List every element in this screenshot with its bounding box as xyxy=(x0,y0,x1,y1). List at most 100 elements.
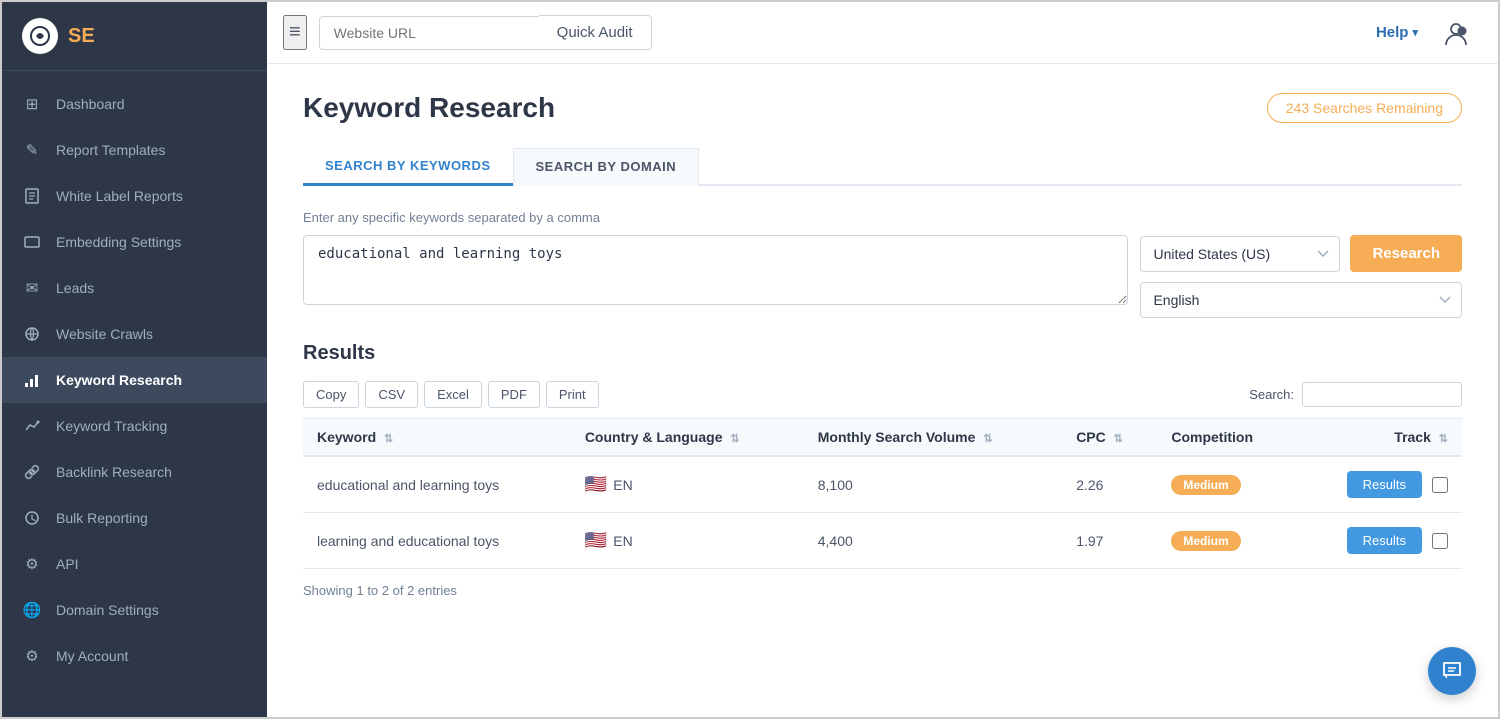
tab-search-by-keywords[interactable]: SEARCH BY KEYWORDS xyxy=(303,148,513,186)
sidebar-logo: SEOptimer xyxy=(2,2,267,71)
search-input-row: educational and learning toys United Sta… xyxy=(303,235,1462,318)
competition-badge-1: Medium xyxy=(1171,475,1240,495)
table-search-input[interactable] xyxy=(1302,382,1462,407)
sort-icon-track[interactable]: ⇅ xyxy=(1439,432,1448,445)
sidebar-item-website-crawls[interactable]: Website Crawls xyxy=(2,311,267,357)
sort-icon-country[interactable]: ⇅ xyxy=(730,432,739,445)
sidebar-item-api[interactable]: ⚙ API xyxy=(2,541,267,587)
user-avatar[interactable] xyxy=(1438,15,1474,51)
results-button-1[interactable]: Results xyxy=(1347,471,1422,498)
chat-bubble[interactable] xyxy=(1428,647,1476,695)
competition-badge-2: Medium xyxy=(1171,531,1240,551)
website-url-input[interactable] xyxy=(319,16,539,50)
showing-text: Showing 1 to 2 of 2 entries xyxy=(303,583,1462,598)
sidebar-item-label: Domain Settings xyxy=(56,602,159,618)
cell-country-2: 🇺🇸 EN xyxy=(571,513,804,569)
sidebar-item-white-label-reports[interactable]: White Label Reports xyxy=(2,173,267,219)
sort-icon-volume[interactable]: ⇅ xyxy=(983,432,992,445)
sidebar-item-label: Dashboard xyxy=(56,96,125,112)
hamburger-button[interactable]: ≡ xyxy=(283,15,307,50)
sidebar-item-label: Bulk Reporting xyxy=(56,510,148,526)
sidebar-item-report-templates[interactable]: ✎ Report Templates xyxy=(2,127,267,173)
sidebar-item-dashboard[interactable]: ⊞ Dashboard xyxy=(2,81,267,127)
table-row: learning and educational toys 🇺🇸 EN 4,40… xyxy=(303,513,1462,569)
search-controls: United States (US) United Kingdom (UK) C… xyxy=(1140,235,1462,318)
sidebar-item-label: My Account xyxy=(56,648,128,664)
excel-button[interactable]: Excel xyxy=(424,381,482,408)
search-tabs: SEARCH BY KEYWORDS SEARCH BY DOMAIN xyxy=(303,148,1462,186)
track-checkbox-2[interactable] xyxy=(1432,533,1448,549)
flag-icon-1: 🇺🇸 xyxy=(585,474,607,495)
country-language-row: United States (US) United Kingdom (UK) C… xyxy=(1140,235,1462,272)
sidebar-item-my-account[interactable]: ⚙ My Account xyxy=(2,633,267,679)
track-checkbox-1[interactable] xyxy=(1432,477,1448,493)
lang-1: EN xyxy=(613,477,632,493)
sidebar-item-embedding-settings[interactable]: Embedding Settings xyxy=(2,219,267,265)
sidebar-item-keyword-research[interactable]: Keyword Research xyxy=(2,357,267,403)
keyword-tracking-icon xyxy=(22,416,42,436)
help-button[interactable]: Help ▾ xyxy=(1376,24,1418,41)
research-button[interactable]: Research xyxy=(1350,235,1462,272)
tab-search-by-domain[interactable]: SEARCH BY DOMAIN xyxy=(513,148,700,186)
quick-audit-button[interactable]: Quick Audit xyxy=(539,15,652,50)
sidebar-item-leads[interactable]: ✉ Leads xyxy=(2,265,267,311)
sort-icon-keyword[interactable]: ⇅ xyxy=(384,432,393,445)
sidebar-item-bulk-reporting[interactable]: Bulk Reporting xyxy=(2,495,267,541)
cell-country-1: 🇺🇸 EN xyxy=(571,456,804,513)
report-templates-icon: ✎ xyxy=(22,140,42,160)
url-search-wrapper: Quick Audit xyxy=(319,15,652,50)
dashboard-icon: ⊞ xyxy=(22,94,42,114)
sidebar-item-label: Website Crawls xyxy=(56,326,153,342)
sidebar-item-backlink-research[interactable]: Backlink Research xyxy=(2,449,267,495)
help-chevron-icon: ▾ xyxy=(1412,26,1418,39)
country-select[interactable]: United States (US) United Kingdom (UK) C… xyxy=(1140,236,1340,272)
white-label-icon xyxy=(22,186,42,206)
my-account-icon: ⚙ xyxy=(22,646,42,666)
keyword-textarea[interactable]: educational and learning toys xyxy=(303,235,1128,305)
sidebar-item-keyword-tracking[interactable]: Keyword Tracking xyxy=(2,403,267,449)
cell-competition-1: Medium xyxy=(1157,456,1297,513)
cell-volume-2: 4,400 xyxy=(804,513,1062,569)
website-crawls-icon xyxy=(22,324,42,344)
copy-button[interactable]: Copy xyxy=(303,381,359,408)
help-label: Help xyxy=(1376,24,1409,41)
cell-keyword-2: learning and educational toys xyxy=(303,513,571,569)
col-competition: Competition xyxy=(1157,419,1297,457)
search-form-label: Enter any specific keywords separated by… xyxy=(303,210,1462,225)
sidebar-nav: ⊞ Dashboard ✎ Report Templates White Lab… xyxy=(2,71,267,717)
cell-track-1: Results xyxy=(1297,457,1462,512)
cell-cpc-2: 1.97 xyxy=(1062,513,1157,569)
sidebar-item-label: Backlink Research xyxy=(56,464,172,480)
table-actions: Copy CSV Excel PDF Print xyxy=(303,381,599,408)
leads-icon: ✉ xyxy=(22,278,42,298)
flag-icon-2: 🇺🇸 xyxy=(585,530,607,551)
pdf-button[interactable]: PDF xyxy=(488,381,540,408)
col-cpc: CPC ⇅ xyxy=(1062,419,1157,457)
results-table: Keyword ⇅ Country & Language ⇅ Monthly S… xyxy=(303,418,1462,569)
sidebar: SEOptimer ⊞ Dashboard ✎ Report Templates… xyxy=(2,2,267,717)
search-form: Enter any specific keywords separated by… xyxy=(303,210,1462,318)
sidebar-item-label: API xyxy=(56,556,79,572)
sidebar-item-domain-settings[interactable]: 🌐 Domain Settings xyxy=(2,587,267,633)
col-monthly-search-volume: Monthly Search Volume ⇅ xyxy=(804,419,1062,457)
content-header: Keyword Research 243 Searches Remaining xyxy=(303,92,1462,124)
print-button[interactable]: Print xyxy=(546,381,599,408)
col-country-language: Country & Language ⇅ xyxy=(571,419,804,457)
sort-icon-cpc[interactable]: ⇅ xyxy=(1114,432,1123,445)
sidebar-item-label: Report Templates xyxy=(56,142,165,158)
table-search: Search: xyxy=(1249,382,1462,407)
language-select[interactable]: English Spanish French German xyxy=(1140,282,1462,318)
cell-cpc-1: 2.26 xyxy=(1062,456,1157,513)
results-title: Results xyxy=(303,342,1462,365)
api-icon: ⚙ xyxy=(22,554,42,574)
bulk-reporting-icon xyxy=(22,508,42,528)
sidebar-item-label: Embedding Settings xyxy=(56,234,181,250)
csv-button[interactable]: CSV xyxy=(365,381,418,408)
logo-icon xyxy=(22,18,58,54)
domain-settings-icon: 🌐 xyxy=(22,600,42,620)
results-button-2[interactable]: Results xyxy=(1347,527,1422,554)
backlink-icon xyxy=(22,462,42,482)
brand-name: SEOptimer xyxy=(68,25,171,48)
sidebar-item-label: White Label Reports xyxy=(56,188,183,204)
cell-volume-1: 8,100 xyxy=(804,456,1062,513)
